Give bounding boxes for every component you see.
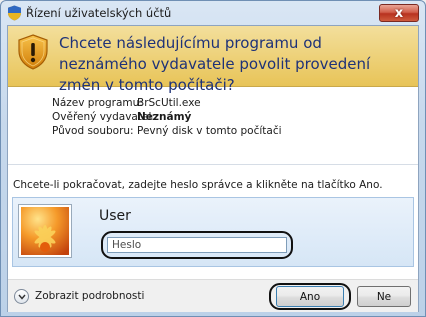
uac-dialog-window: Řízení uživatelských účtů x Chcete násle…: [0, 0, 426, 317]
uac-question: Chcete následujícímu programu od neznámé…: [59, 34, 371, 94]
info-value: Pevný disk v tomto počítači: [137, 125, 282, 137]
title-bar: Řízení uživatelských účtů x: [1, 1, 425, 25]
dialog-content: Chcete následujícímu programu od neznámé…: [7, 25, 419, 312]
instruction-text: Chcete-li pokračovat, zadejte heslo sprá…: [13, 179, 383, 191]
password-highlight: [101, 231, 293, 259]
warning-header: Chcete následujícímu programu od neznámé…: [8, 26, 418, 94]
close-button[interactable]: x: [379, 4, 419, 22]
user-name: User: [99, 208, 131, 224]
show-details-button[interactable]: [14, 289, 29, 304]
password-input[interactable]: [107, 237, 287, 253]
dialog-footer: Zobrazit podrobnosti Ano Ne: [8, 279, 418, 312]
flower-avatar-icon: [21, 207, 69, 255]
credential-tile: User: [12, 197, 414, 267]
info-value: Neznámý: [137, 111, 192, 123]
chevron-down-icon: [17, 294, 26, 300]
window-title: Řízení uživatelských účtů: [26, 6, 172, 20]
uac-shield-icon: [7, 5, 22, 21]
info-label: Název programu:: [52, 97, 143, 109]
avatar: [18, 204, 72, 258]
yes-button-highlight: Ano: [269, 283, 351, 310]
info-label: Původ souboru:: [52, 125, 134, 137]
show-details-link[interactable]: Zobrazit podrobnosti: [35, 290, 144, 302]
warning-shield-icon: [17, 34, 49, 70]
divider: [8, 164, 418, 165]
close-icon: x: [394, 5, 404, 21]
no-button[interactable]: Ne: [357, 286, 411, 307]
yes-button[interactable]: Ano: [276, 286, 344, 307]
info-value: BrScUtil.exe: [137, 97, 201, 109]
